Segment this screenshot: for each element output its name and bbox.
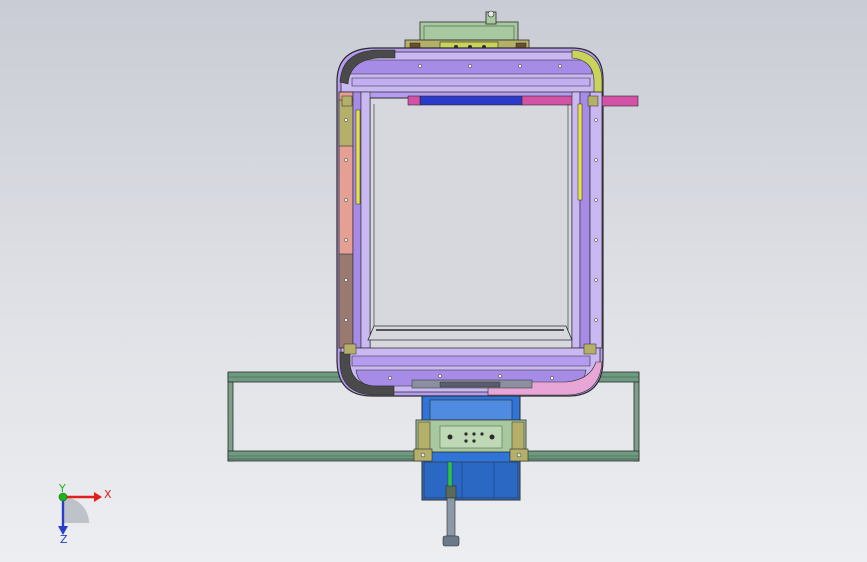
z-axis-label: Z [60,533,68,546]
blue-bar [419,95,523,106]
y-axis-label: Y [58,482,66,495]
orientation-triad[interactable]: X Y Z [58,482,112,546]
magenta-bar [521,95,575,106]
cad-viewport[interactable]: X Y Z [0,0,867,562]
main-frame [336,47,639,397]
magenta-extension [599,95,639,107]
rail-frame-right-post [633,372,640,462]
x-axis-label: X [104,488,112,501]
assembly-drawing[interactable]: X Y Z [0,0,867,562]
rail-frame-left-post [227,372,234,462]
base-carriage [413,395,529,547]
